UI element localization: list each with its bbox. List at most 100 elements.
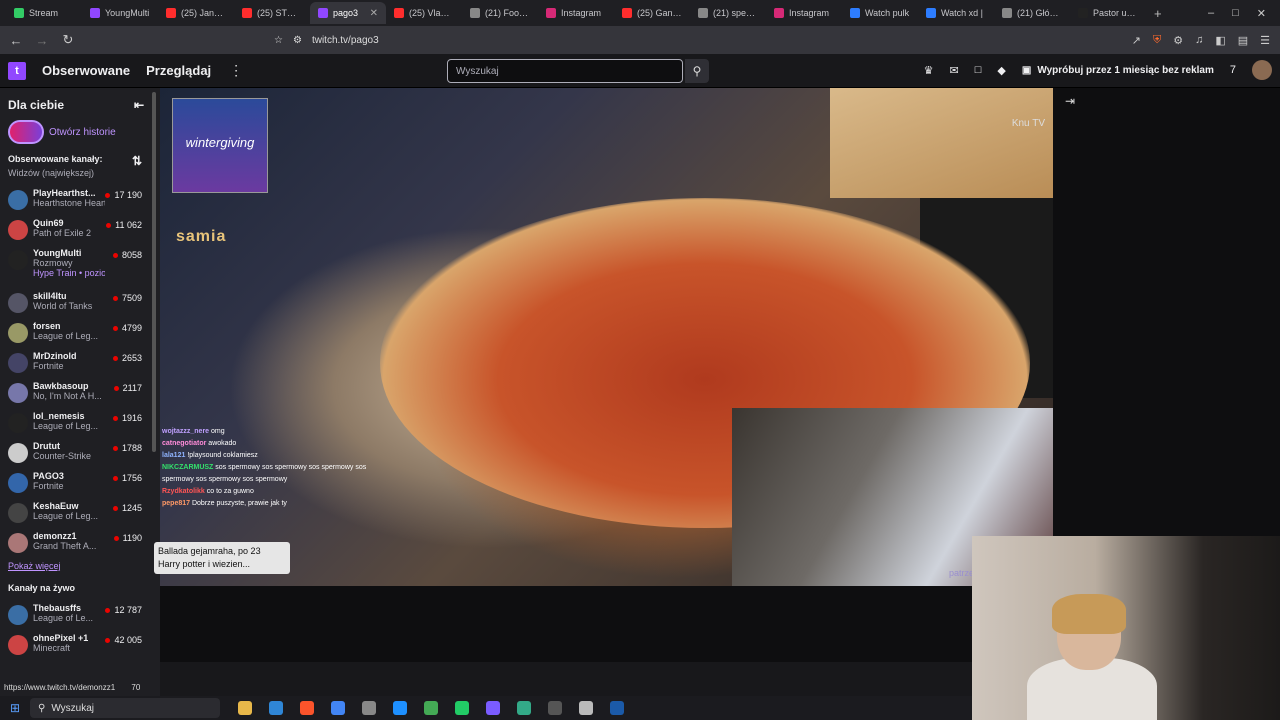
- collapse-sidebar-icon[interactable]: ⇤: [134, 98, 144, 112]
- browser-tab[interactable]: Watch xd |: [918, 2, 994, 24]
- close-window-icon[interactable]: ✕: [1257, 7, 1266, 20]
- taskbar-app-icon[interactable]: [238, 701, 252, 715]
- taskbar-search[interactable]: ⚲ Wyszukaj: [30, 698, 220, 718]
- channel-item[interactable]: Drutut Counter-Strike 1788: [0, 439, 160, 469]
- sidebar-scrollbar[interactable]: [152, 92, 156, 452]
- browser-tab[interactable]: Watch pulk: [842, 2, 918, 24]
- channel-item[interactable]: Bawkbasoup No, I'm Not A H... 2117: [0, 379, 160, 409]
- channel-item[interactable]: KeshaEuw League of Leg... 1245: [0, 499, 160, 529]
- tab-favicon-icon: [90, 8, 100, 18]
- channel-item[interactable]: lol_nemesis League of Leg... 1916: [0, 409, 160, 439]
- channel-item[interactable]: forsen League of Leg... 4799: [0, 319, 160, 349]
- taskbar-app-icon[interactable]: [486, 701, 500, 715]
- taskbar-app-icon[interactable]: [269, 701, 283, 715]
- new-tab-button[interactable]: +: [1146, 6, 1170, 21]
- tab-label: Instagram: [789, 8, 830, 18]
- channel-item[interactable]: PAGO3 Fortnite 1756: [0, 469, 160, 499]
- channel-item[interactable]: PlayHearthst...Hearthstone Hearthstone .…: [0, 186, 160, 216]
- inbox-icon[interactable]: ✉: [950, 64, 959, 77]
- site-info-icon[interactable]: ⚙: [293, 35, 302, 46]
- whispers-icon[interactable]: □: [975, 64, 982, 76]
- prime-offer-button[interactable]: ▣ Wypróbuj przez 1 miesiąc bez reklam: [1022, 65, 1214, 76]
- browser-tab[interactable]: Stream: [6, 2, 82, 24]
- channel-item[interactable]: Quin69 Path of Exile 2 11 062: [0, 216, 160, 246]
- tab-label: Watch pulk: [865, 8, 910, 18]
- nav-browse[interactable]: Przeglądaj: [146, 63, 211, 78]
- crown-icon[interactable]: ♛: [924, 64, 934, 77]
- browser-tab[interactable]: (25) STREAM: [234, 2, 310, 24]
- channel-name: Thebausffs: [33, 603, 82, 613]
- browser-tab[interactable]: (25) Vladim: [386, 2, 462, 24]
- forward-icon[interactable]: →: [32, 33, 52, 48]
- taskbar-app-icon[interactable]: [548, 701, 562, 715]
- browser-tab[interactable]: pago3 ✕: [310, 2, 386, 24]
- browser-tab[interactable]: YoungMulti: [82, 2, 158, 24]
- search-button[interactable]: ⚲: [685, 59, 709, 83]
- channel-game: World of Tanks: [33, 301, 93, 311]
- taskbar-app-icon[interactable]: [579, 701, 593, 715]
- channel-item[interactable]: YoungMultiRozmowyHype Train • pozio... 80…: [0, 246, 160, 289]
- back-icon[interactable]: ←: [6, 33, 26, 48]
- window-controls: – □ ✕: [1208, 7, 1280, 20]
- channel-game: League of Leg...: [33, 331, 99, 341]
- expand-chat-icon[interactable]: ⇥: [1065, 94, 1075, 108]
- minimize-icon[interactable]: –: [1208, 7, 1214, 20]
- nav-following[interactable]: Obserwowane: [42, 63, 130, 78]
- browser-tab[interactable]: (25) Jankow: [158, 2, 234, 24]
- followed-sort[interactable]: Widzów (największej): [8, 168, 103, 178]
- more-icon[interactable]: ⋮: [229, 62, 243, 79]
- channel-name: PAGO3: [33, 471, 64, 481]
- channel-name: demonzz1: [33, 531, 77, 541]
- menu-icon[interactable]: ☰: [1260, 34, 1270, 47]
- taskbar-app-icon[interactable]: [455, 701, 469, 715]
- chat-username: wojtazzz_nere: [162, 428, 210, 435]
- browser-tab[interactable]: (21) Footbal: [462, 2, 538, 24]
- user-avatar[interactable]: [1252, 60, 1272, 80]
- channel-item[interactable]: skill4ltu World of Tanks 7509: [0, 289, 160, 319]
- taskbar-app-icon[interactable]: [331, 701, 345, 715]
- media-icon[interactable]: ♫: [1195, 34, 1203, 47]
- brave-shield-icon[interactable]: ⛨: [1153, 34, 1161, 47]
- browser-tab[interactable]: Instagram: [766, 2, 842, 24]
- channel-game: Path of Exile 2: [33, 228, 92, 238]
- browser-tab[interactable]: Pastor uzdr: [1070, 2, 1146, 24]
- taskbar-app-icon[interactable]: [300, 701, 314, 715]
- bookmark-icon[interactable]: ☆: [274, 35, 283, 46]
- chat-message: Rzydkatolikk co to za guwno: [162, 486, 370, 498]
- extensions-icon[interactable]: ⚙: [1173, 34, 1183, 47]
- taskbar-app-icon[interactable]: [610, 701, 624, 715]
- browser-tab[interactable]: Instagram: [538, 2, 614, 24]
- turbo-icon[interactable]: 7: [1230, 64, 1236, 76]
- taskbar-app-icon[interactable]: [393, 701, 407, 715]
- windows-start-icon[interactable]: ⊞: [0, 701, 30, 715]
- channel-item[interactable]: Thebausffs League of Le... 12 787: [0, 601, 160, 631]
- twitch-top-nav: t Obserwowane Przeglądaj ⋮ Wyszukaj ⚲ ♛ …: [0, 54, 1280, 88]
- url-text[interactable]: twitch.tv/pago3: [312, 35, 379, 46]
- viewer-count: 2653: [113, 353, 142, 363]
- tab-favicon-icon: [698, 8, 708, 18]
- twitch-logo-icon[interactable]: t: [8, 61, 26, 80]
- taskbar-app-icon[interactable]: [424, 701, 438, 715]
- taskbar-app-icon[interactable]: [517, 701, 531, 715]
- sort-icon[interactable]: ⇅: [132, 154, 152, 178]
- reload-icon[interactable]: ↻: [58, 32, 78, 48]
- search-input[interactable]: Wyszukaj: [447, 59, 683, 83]
- bits-icon[interactable]: ◆: [997, 64, 1005, 77]
- taskbar-app-icon[interactable]: [362, 701, 376, 715]
- show-more-link[interactable]: Pokaż więcej: [0, 559, 160, 573]
- sidebar-toggle-icon[interactable]: ◧: [1215, 34, 1225, 47]
- channel-item[interactable]: MrDzinold Fortnite 2653: [0, 349, 160, 379]
- browser-tab[interactable]: (21) Główna: [994, 2, 1070, 24]
- wallet-icon[interactable]: ▤: [1238, 34, 1248, 47]
- stories-button[interactable]: Otwórz historie: [0, 112, 160, 144]
- browser-tab[interactable]: (25) Gang A: [614, 2, 690, 24]
- channel-avatar: [8, 413, 28, 433]
- chat-text: co to za guwno: [206, 488, 254, 495]
- channel-item[interactable]: demonzz1 Grand Theft A... 1190: [0, 529, 160, 559]
- browser-tab[interactable]: (21) speckz: [690, 2, 766, 24]
- share-icon[interactable]: ↗: [1132, 34, 1141, 47]
- restore-icon[interactable]: □: [1232, 7, 1239, 20]
- channel-item[interactable]: ohnePixel +1 Minecraft 42 005: [0, 631, 160, 661]
- close-tab-icon[interactable]: ✕: [370, 8, 378, 19]
- video-player[interactable]: wintergiving samia Knu TV wojtazzz_nere …: [160, 88, 1053, 586]
